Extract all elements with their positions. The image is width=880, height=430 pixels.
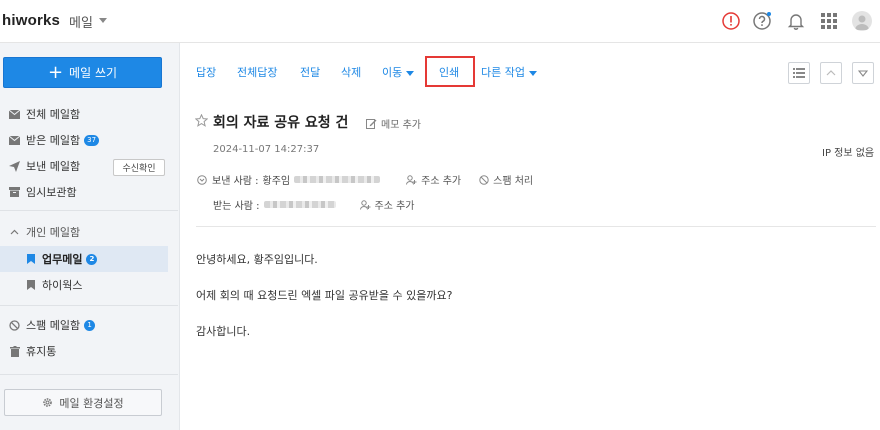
settings-label: 메일 환경설정: [59, 396, 124, 410]
sidebar-item-label: 스팸 메일함: [26, 319, 81, 332]
section-label: 개인 메일함: [26, 226, 81, 239]
move-button[interactable]: 이동: [382, 64, 415, 80]
trash-icon: [9, 345, 20, 357]
sidebar-item-drafts[interactable]: 임시보관함: [0, 179, 178, 205]
avatar-icon[interactable]: [852, 11, 872, 31]
forward-button[interactable]: 전달: [300, 64, 320, 80]
chevron-up-icon: [826, 70, 836, 76]
spam-label: 스팸 처리: [493, 176, 534, 187]
sidebar-item-label: 임시보관함: [26, 186, 77, 199]
send-icon: [9, 160, 20, 172]
sidebar-item-trash[interactable]: 휴지통: [0, 338, 178, 364]
sidebar-item-work-mail[interactable]: 업무메일 2: [0, 246, 168, 272]
unread-badge: 2: [86, 253, 98, 265]
list-view-button[interactable]: [788, 62, 810, 84]
next-mail-button[interactable]: [852, 62, 874, 84]
redacted-address: [263, 201, 336, 208]
add-memo-button[interactable]: 메모 추가: [366, 116, 421, 131]
mail-body-line: 어제 회의 때 요청드린 엑셀 파일 공유받을 수 있을까요?: [196, 289, 453, 302]
bell-icon[interactable]: [786, 11, 806, 31]
sender-label: 보낸 사람 :: [212, 176, 259, 187]
sender-row: 보낸 사람 : 황주임 주소 추가 스팸 처리: [197, 172, 533, 187]
move-label: 이동: [382, 66, 403, 79]
mail-toolbar: 답장 전체답장 전달 삭제 이동 인쇄 다른 작업: [180, 43, 880, 93]
plus-icon: +: [47, 61, 64, 83]
caret-down-icon: [528, 70, 537, 76]
unread-badge: 37: [84, 134, 100, 146]
envelope-icon: [9, 109, 20, 120]
top-bar: hiworks 메일: [0, 0, 880, 43]
mail-body-line: 감사합니다.: [196, 325, 251, 338]
block-icon: [479, 174, 489, 185]
sidebar-item-label: 보낸 메일함: [26, 160, 81, 173]
sidebar-item-inbox[interactable]: 받은 메일함 37: [0, 127, 178, 153]
add-address-label: 주소 추가: [421, 176, 462, 187]
mail-date: 2024-11-07 14:27:37: [213, 144, 320, 155]
ip-info: IP 정보 없음: [822, 148, 875, 159]
list-icon: [793, 68, 805, 78]
compose-label: 메일 쓰기: [69, 66, 118, 80]
sidebar-item-label: 업무메일: [42, 253, 83, 266]
sidebar-item-label: 전체 메일함: [26, 108, 81, 121]
sidebar-divider: [0, 374, 178, 375]
sidebar-item-label: 하이웍스: [42, 279, 83, 292]
sidebar-divider: [0, 305, 178, 306]
gear-icon: [42, 397, 53, 408]
sidebar-divider: [0, 210, 178, 211]
brand-logo[interactable]: hiworks: [2, 12, 60, 29]
apps-grid-icon[interactable]: [819, 11, 839, 31]
sidebar: + 메일 쓰기 전체 메일함 받은 메일함 37 보낸 메일함 수신확인 임시보…: [0, 43, 180, 430]
read-receipt-button[interactable]: 수신확인: [113, 159, 165, 176]
block-icon: [9, 319, 20, 331]
bookmark-icon: [25, 280, 36, 291]
bookmark-icon: [25, 254, 36, 265]
spam-button[interactable]: 스팸 처리: [479, 172, 533, 187]
sidebar-item-hiworks[interactable]: 하이웍스: [0, 272, 178, 298]
caret-down-icon: [406, 70, 415, 76]
add-person-icon: [359, 199, 371, 210]
add-address-button[interactable]: 주소 추가: [359, 197, 415, 212]
redacted-address: [294, 176, 381, 183]
add-address-button[interactable]: 주소 추가: [406, 172, 461, 187]
previous-mail-button[interactable]: [820, 62, 842, 84]
triangle-down-icon: [858, 69, 868, 77]
header-divider: [196, 226, 876, 227]
unread-badge: 1: [84, 319, 96, 331]
sender-name[interactable]: 황주임: [263, 172, 291, 187]
more-actions-button[interactable]: 다른 작업: [481, 64, 537, 80]
envelope-icon: [9, 135, 20, 146]
chevron-down-icon[interactable]: [99, 18, 107, 23]
memo-icon: [366, 118, 377, 129]
archive-icon: [9, 187, 20, 198]
alert-icon[interactable]: [721, 11, 741, 31]
more-actions-label: 다른 작업: [481, 66, 525, 79]
personal-mailbox-section[interactable]: 개인 메일함: [0, 219, 178, 245]
mail-settings-button[interactable]: 메일 환경설정: [4, 389, 162, 416]
chevron-up-icon: [9, 227, 20, 238]
expand-circle-icon[interactable]: [197, 174, 207, 185]
app-switcher[interactable]: 메일: [69, 12, 93, 31]
add-person-icon: [406, 174, 417, 185]
reply-all-button[interactable]: 전체답장: [237, 64, 277, 80]
add-address-label: 주소 추가: [374, 201, 415, 212]
sidebar-item-spam[interactable]: 스팸 메일함 1: [0, 312, 178, 338]
sidebar-item-label: 받은 메일함: [26, 134, 81, 147]
delete-button[interactable]: 삭제: [341, 64, 361, 80]
print-highlight-box: [425, 56, 475, 87]
memo-label: 메모 추가: [381, 120, 421, 131]
reply-button[interactable]: 답장: [196, 64, 216, 80]
sidebar-item-all-mail[interactable]: 전체 메일함: [0, 101, 178, 127]
recipient-row: 받는 사람 : 주소 추가: [213, 197, 415, 212]
compose-button[interactable]: + 메일 쓰기: [3, 57, 162, 88]
mail-body-line: 안녕하세요, 황주임입니다.: [196, 253, 318, 266]
star-icon[interactable]: [194, 113, 209, 130]
mail-subject: 회의 자료 공유 요청 건: [213, 115, 349, 131]
sidebar-item-label: 휴지통: [26, 345, 57, 358]
help-icon[interactable]: [752, 11, 772, 31]
recipient-label: 받는 사람 :: [213, 201, 260, 212]
